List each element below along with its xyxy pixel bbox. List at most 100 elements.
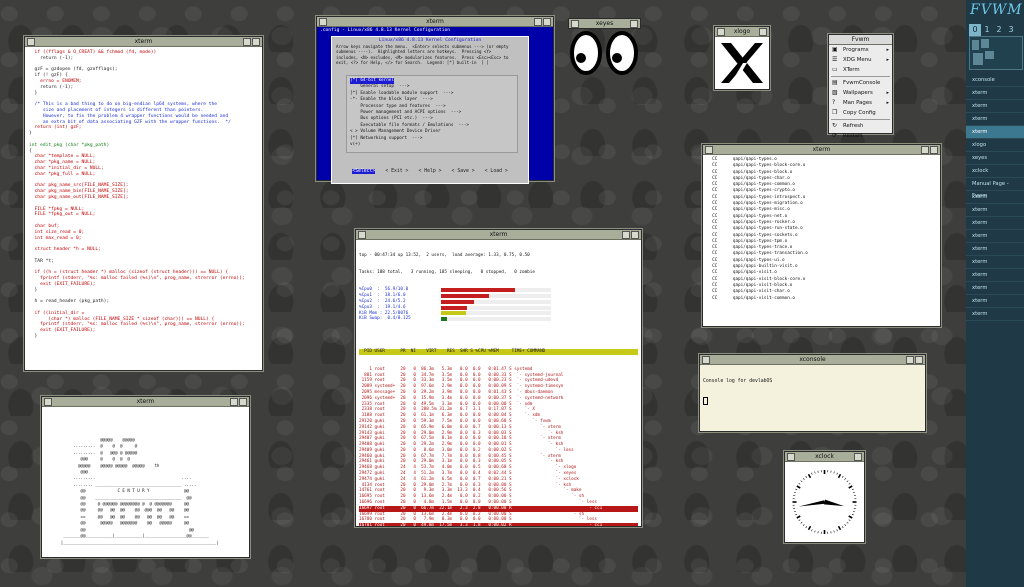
maximize-button[interactable] — [630, 20, 638, 28]
menuconfig-window[interactable]: xterm .config - Linux/x86 4.8.13 Kernel … — [316, 16, 554, 184]
ascii-art-window[interactable]: xterm @@@@@ @@@@@ ......... @ @ @ @ ....… — [41, 396, 250, 558]
build-output[interactable]: CC qapi/qapi-types.o CC qapi/qapi-types-… — [703, 155, 940, 325]
fvwm-root-menu[interactable]: Fvwm ▣ Programs ▸ ☰ XDG Menu ▸ ▭ XTerm ▤ FvwmCons… — [828, 34, 893, 149]
xclock-window[interactable]: xclock — [784, 451, 865, 543]
window-list-item[interactable]: Manual Page - Fvwm — [966, 178, 1024, 199]
build-log-window[interactable]: xterm CC qapi/qapi-types.o CC qapi/qapi-… — [702, 144, 941, 327]
title-bar[interactable]: xlogo — [715, 27, 769, 37]
dialog-button[interactable]: < Save > — [452, 169, 475, 174]
window-menu-button[interactable] — [702, 356, 710, 364]
window-list-item[interactable]: xterm — [966, 295, 1024, 308]
window-list-item[interactable]: xterm — [966, 191, 1024, 204]
minimize-button[interactable] — [243, 38, 251, 46]
xeyes-window[interactable]: xeyes — [568, 18, 641, 76]
minimize-button[interactable] — [230, 398, 238, 406]
source-code-view[interactable]: if ((fflags & O_CREAT) && fchmod (fd, mo… — [25, 47, 262, 371]
window-list-item[interactable]: xterm — [966, 308, 1024, 321]
window-menu-button[interactable] — [44, 398, 52, 406]
menu-item-restart[interactable]: ⟳ Restart — [829, 131, 892, 141]
window-list-item[interactable]: xclock — [966, 165, 1024, 178]
window-list-item[interactable]: xterm — [966, 269, 1024, 282]
minimize-button[interactable] — [534, 18, 542, 26]
window-menu-button[interactable] — [571, 20, 579, 28]
window-menu-button[interactable] — [358, 231, 366, 239]
dialog-button[interactable]: < Exit > — [385, 169, 408, 174]
window-list-item[interactable]: xterm — [966, 113, 1024, 126]
title-bar[interactable]: xclock — [785, 452, 864, 462]
menu-item-copy-config[interactable]: ❐ Copy Config — [829, 108, 892, 118]
minimize-button[interactable] — [921, 146, 929, 154]
window-list-item[interactable]: xterm — [966, 217, 1024, 230]
window-menu-button[interactable] — [319, 18, 327, 26]
title-bar[interactable]: xterm — [317, 17, 553, 27]
title-bar[interactable]: xterm — [356, 230, 641, 240]
menu-item-fvwmconsole[interactable]: ▤ FvwmConsole — [829, 78, 892, 88]
window-list-item[interactable]: xterm — [966, 126, 1024, 139]
menu-item-xdg-menu[interactable]: ☰ XDG Menu ▸ — [829, 55, 892, 65]
menu-item-man-pages[interactable]: ? Man Pages ▸ — [829, 98, 892, 108]
menu-item-xterm[interactable]: ▭ XTerm — [829, 65, 892, 75]
help-icon: ? — [832, 99, 836, 106]
window-list-item[interactable]: xterm — [966, 230, 1024, 243]
title-bar[interactable]: xterm — [25, 37, 262, 47]
window-list-item[interactable]: xlogo — [966, 139, 1024, 152]
process-row[interactable]: 16701 root 20 0 49.8m 17.5m 3.3 1.8 0:00… — [359, 523, 638, 526]
top-output[interactable]: top - 00:47:34 up 13:52, 2 users, load a… — [356, 240, 641, 526]
top-window[interactable]: xterm top - 00:47:34 up 13:52, 2 users, … — [355, 229, 642, 527]
desk-tab-3[interactable]: 3 — [1005, 24, 1017, 36]
code-line: } — [29, 334, 38, 340]
dialog-button[interactable]: < Help > — [418, 169, 441, 174]
window-list-item[interactable]: xterm — [966, 243, 1024, 256]
process-table-header: PID USER PR NI VIRT RES SHR S %CPU %MEM … — [359, 349, 638, 356]
maximize-button[interactable] — [915, 356, 923, 364]
desk-tab-0[interactable]: 0 — [969, 24, 981, 36]
window-list-item[interactable]: xeyes — [966, 152, 1024, 165]
dialog-title: Linux/x86 4.8.13 Kernel Configuration — [378, 38, 482, 43]
maximize-button[interactable] — [930, 146, 938, 154]
window-menu-button[interactable] — [705, 146, 713, 154]
editor-window[interactable]: xterm if ((fflags & O_CREAT) && fchmod (… — [24, 36, 263, 371]
process-row[interactable]: 16697 root 20 0 66.7m 22.1m 2.3 2.8 0:00… — [359, 505, 638, 512]
window-list-item[interactable]: xterm — [966, 204, 1024, 217]
dialog-button[interactable]: < Load > — [485, 169, 508, 174]
desk-tab-1[interactable]: 1 — [981, 24, 993, 36]
maximize-button[interactable] — [759, 28, 767, 36]
menu-item-wallpapers[interactable]: ▧ Wallpapers ▸ — [829, 88, 892, 98]
maximize-button[interactable] — [854, 453, 862, 461]
window-title: xterm — [489, 231, 508, 238]
minimize-button[interactable] — [906, 356, 914, 364]
window-list-item[interactable]: xterm — [966, 100, 1024, 113]
window-menu-button[interactable] — [717, 28, 725, 36]
ascii-art-view[interactable]: @@@@@ @@@@@ ......... @ @ @ @ ......... … — [42, 407, 249, 555]
dialog-button[interactable]: <Select> — [352, 169, 376, 174]
title-bar[interactable]: xconsole — [700, 355, 925, 365]
menu-item-refresh[interactable]: ↻ Refresh — [829, 121, 892, 131]
swap-meter-track — [441, 317, 551, 322]
minimize-button[interactable] — [622, 231, 630, 239]
title-bar[interactable]: xterm — [42, 397, 249, 407]
x-logo-icon — [721, 43, 763, 83]
window-list-item[interactable]: xterm — [966, 256, 1024, 269]
window-menu-button[interactable] — [787, 453, 795, 461]
window-list-item[interactable]: xterm — [966, 282, 1024, 295]
title-bar[interactable]: xeyes — [568, 18, 641, 29]
menu-item-label: Restart — [843, 133, 863, 139]
window-menu-button[interactable] — [27, 38, 35, 46]
maximize-button[interactable] — [239, 398, 247, 406]
window-list-item[interactable]: xconsole — [966, 74, 1024, 87]
config-menu-item[interactable]: v(+) — [350, 142, 514, 148]
maximize-button[interactable] — [631, 231, 639, 239]
desk-pager[interactable] — [969, 36, 1023, 70]
xlogo-window[interactable]: xlogo — [714, 26, 770, 90]
desk-tab-2[interactable]: 2 — [993, 24, 1005, 36]
window-list-item[interactable]: xterm — [966, 87, 1024, 100]
process-row[interactable]: 16696 root 20 0 4.8m 1.5m 0.0 0.0 0:00.0… — [359, 500, 638, 506]
submenu-arrow-icon: ▸ — [886, 57, 889, 63]
menu-item-programs[interactable]: ▣ Programs ▸ — [829, 45, 892, 55]
tasks-line: Tasks: 188 total, 3 running, 185 sleepin… — [359, 269, 535, 275]
title-bar[interactable]: xterm — [703, 145, 940, 155]
maximize-button[interactable] — [543, 18, 551, 26]
xconsole-window[interactable]: xconsole Console log for devlabOS — [699, 354, 926, 432]
maximize-button[interactable] — [252, 38, 260, 46]
swap-meter-fill — [441, 317, 447, 322]
